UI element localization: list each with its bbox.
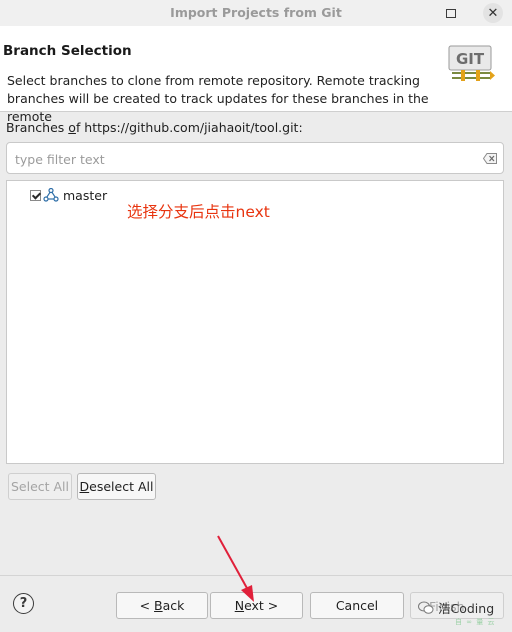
branch-item[interactable]: master [30,187,107,203]
select-all-button[interactable]: Select All [8,473,72,500]
cancel-label: Cancel [335,598,379,613]
back-label: ack [162,598,185,613]
svg-text:GIT: GIT [456,50,485,68]
annotation-text: 选择分支后点击next [127,203,270,221]
watermark-subtext: 自 ∞ 量 云 [455,618,496,626]
back-button[interactable]: < Back [116,592,208,619]
maximize-icon [446,8,456,18]
back-mnemonic: B [154,598,163,613]
back-prefix: < [139,598,155,613]
branches-label-prefix: Branches [6,120,69,135]
branch-icon [43,188,59,202]
close-button[interactable]: ✕ [483,3,503,23]
cancel-button[interactable]: Cancel [310,592,404,619]
annotation-arrow-icon [217,535,254,602]
filter-box [6,142,504,174]
deselect-all-label: eselect All [89,479,154,494]
branch-name: master [63,187,108,203]
watermark-text: 浩Coding [438,601,495,616]
page-description: Select branches to clone from remote rep… [7,73,429,124]
branches-label: Branches of https://github.com/jiahaoit/… [6,120,303,135]
page-title: Branch Selection [3,43,132,59]
branches-label-mnemonic: o [68,120,76,135]
git-logo-icon: GIT [448,45,495,81]
wechat-logo-icon [418,601,434,614]
window-titlebar: Import Projects from Git ✕ [0,0,512,26]
wizard-header: Branch Selection Select branches to clon… [0,26,512,124]
filter-input[interactable] [15,149,470,169]
window-title: Import Projects from Git [170,5,342,20]
close-icon: ✕ [487,5,499,21]
branch-checkbox[interactable] [30,189,41,201]
maximize-button[interactable] [441,3,461,23]
select-all-label: Select All [10,479,70,494]
help-icon: ? [19,596,28,611]
clear-filter-icon[interactable] [483,153,497,164]
deselect-all-button[interactable]: Deselect All [77,473,156,500]
deselect-all-mnemonic: D [79,479,90,494]
help-button[interactable]: ? [13,593,34,614]
branches-label-rest: f https://github.com/jiahaoit/tool.git: [75,120,303,135]
watermark: 浩Coding [418,598,494,617]
branch-tree: master 选择分支后点击next [6,180,504,464]
